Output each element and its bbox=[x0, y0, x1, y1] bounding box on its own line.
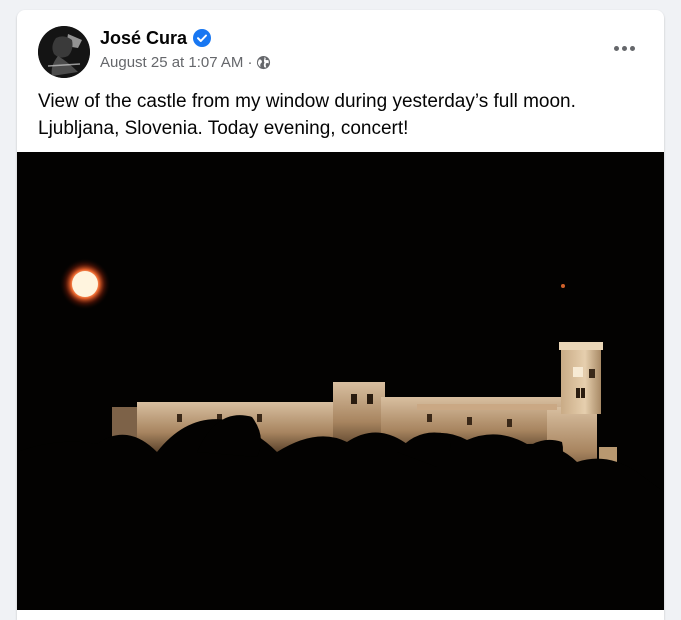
distant-light bbox=[561, 284, 565, 288]
more-dot bbox=[613, 45, 619, 51]
post-photo[interactable] bbox=[17, 152, 664, 610]
globe-icon[interactable] bbox=[256, 55, 271, 70]
more-dot bbox=[621, 45, 627, 51]
more-dot bbox=[629, 45, 635, 51]
verified-badge-icon bbox=[193, 29, 212, 47]
post-text-line: Ljubljana, Slovenia. Today evening, conc… bbox=[38, 118, 409, 139]
post-meta: August 25 at 1:07 AM · bbox=[100, 54, 271, 71]
more-options-button[interactable] bbox=[606, 36, 642, 60]
author-line: José Cura bbox=[100, 27, 212, 49]
post-card: José Cura August 25 at 1:07 AM · View of… bbox=[17, 10, 664, 620]
post-timestamp[interactable]: August 25 at 1:07 AM bbox=[100, 54, 243, 71]
post-text-line: View of the castle from my window during… bbox=[38, 91, 576, 112]
author-name[interactable]: José Cura bbox=[100, 27, 187, 49]
author-avatar[interactable] bbox=[38, 26, 90, 78]
card-bottom bbox=[17, 610, 664, 620]
meta-separator: · bbox=[247, 54, 253, 71]
post-text: View of the castle from my window during… bbox=[38, 88, 648, 142]
